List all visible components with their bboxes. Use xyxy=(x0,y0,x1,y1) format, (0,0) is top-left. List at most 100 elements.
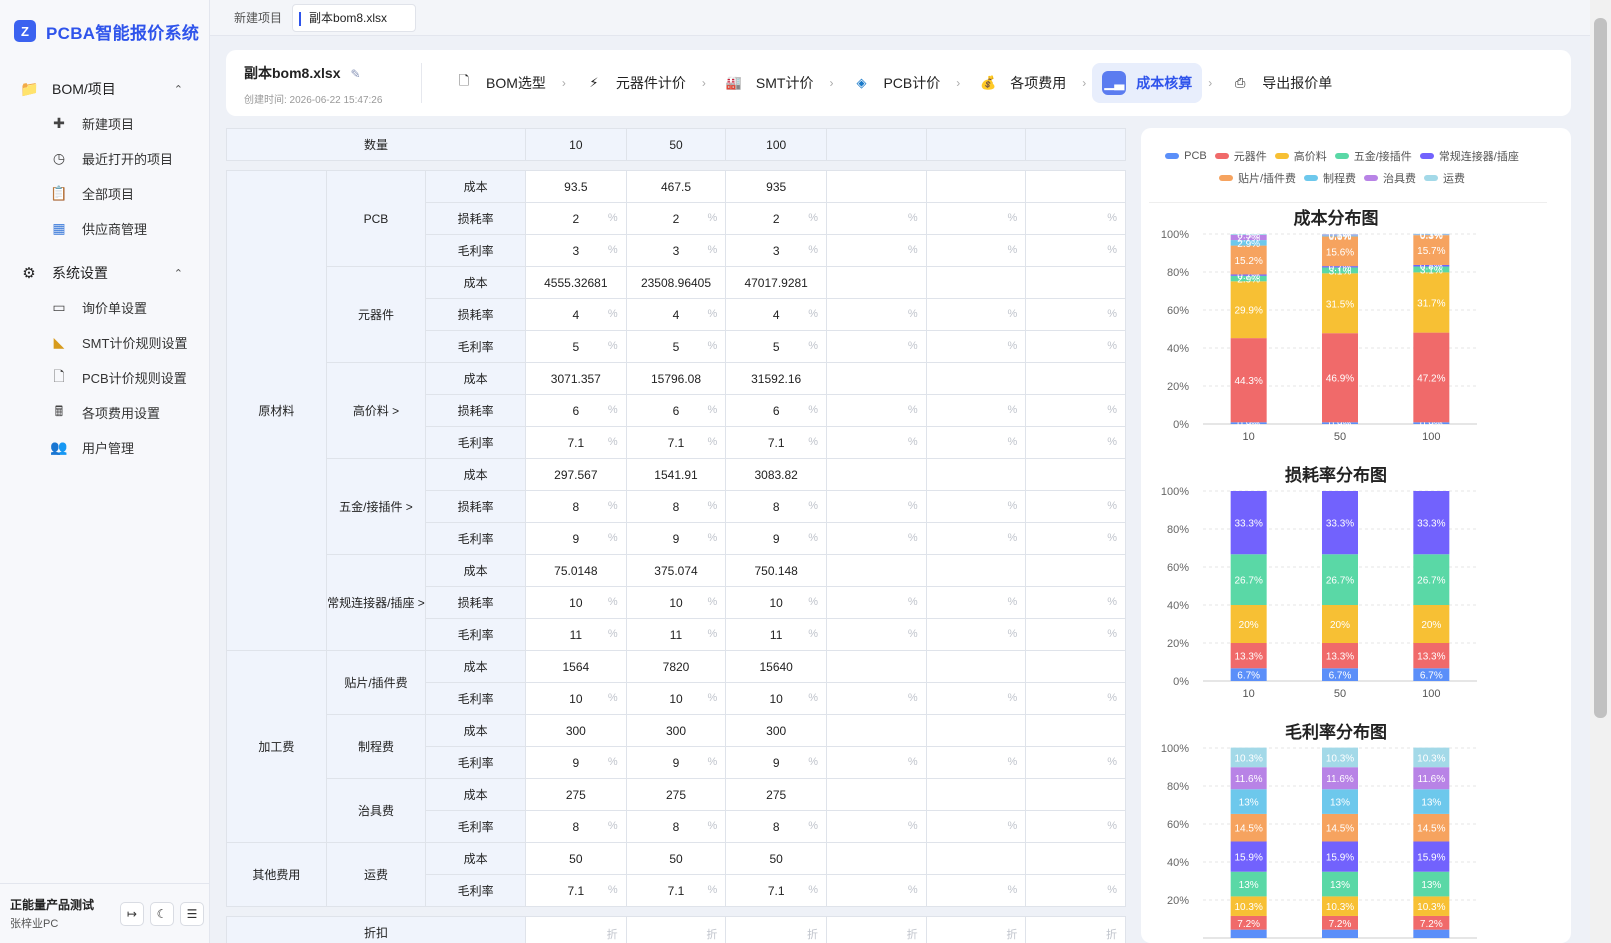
value-cell[interactable]: % xyxy=(826,426,927,459)
value-cell[interactable]: 3083.82 xyxy=(725,458,827,491)
value-cell[interactable]: 93.5 xyxy=(525,170,627,203)
qty-cell[interactable] xyxy=(925,128,1027,161)
value-cell[interactable]: 8% xyxy=(725,810,827,843)
value-cell[interactable]: 300 xyxy=(725,714,827,747)
value-cell[interactable]: % xyxy=(1025,746,1126,779)
value-cell[interactable]: 2% xyxy=(625,202,727,235)
value-cell[interactable]: 31592.16 xyxy=(725,362,827,395)
discount-cell[interactable]: 折 xyxy=(925,916,1027,943)
value-cell[interactable] xyxy=(1025,650,1126,683)
value-cell[interactable] xyxy=(1025,778,1126,811)
value-cell[interactable]: 10% xyxy=(625,682,727,715)
legend-item[interactable]: 治具费 xyxy=(1364,170,1416,186)
value-cell[interactable]: 7.1% xyxy=(725,426,827,459)
value-cell[interactable] xyxy=(826,362,927,395)
subcategory-cell[interactable]: 高价料 > xyxy=(325,362,427,459)
value-cell[interactable]: 9% xyxy=(725,746,827,779)
legend-item[interactable]: 常规连接器/插座 xyxy=(1419,148,1519,164)
value-cell[interactable]: 7.1% xyxy=(525,426,627,459)
qty-cell[interactable] xyxy=(1025,128,1126,161)
value-cell[interactable]: % xyxy=(925,234,1027,267)
value-cell[interactable]: 7.1% xyxy=(525,874,627,907)
value-cell[interactable] xyxy=(1025,362,1126,395)
value-cell[interactable]: 297.567 xyxy=(525,458,627,491)
vertical-scrollbar[interactable] xyxy=(1590,0,1611,943)
discount-cell[interactable]: 折 xyxy=(525,916,627,943)
bar-segment[interactable] xyxy=(1413,929,1450,938)
value-cell[interactable]: % xyxy=(925,330,1027,363)
sidebar-item-user-management[interactable]: 👥 用户管理 xyxy=(0,430,209,465)
moon-icon[interactable]: ☾ xyxy=(150,901,174,926)
subcategory-cell[interactable]: 治具费 xyxy=(325,778,427,843)
value-cell[interactable]: % xyxy=(826,522,927,555)
value-cell[interactable]: 7820 xyxy=(625,650,727,683)
value-cell[interactable] xyxy=(826,458,927,491)
value-cell[interactable]: 2% xyxy=(725,202,827,235)
subcategory-cell[interactable]: 运费 xyxy=(325,842,427,907)
value-cell[interactable]: 11% xyxy=(725,618,827,651)
value-cell[interactable]: % xyxy=(826,810,927,843)
value-cell[interactable]: 8% xyxy=(625,490,727,523)
discount-cell[interactable]: 折 xyxy=(1025,916,1126,943)
value-cell[interactable]: 10% xyxy=(525,586,627,619)
value-cell[interactable]: 8% xyxy=(725,490,827,523)
edit-icon[interactable]: ✎ xyxy=(350,67,360,81)
value-cell[interactable]: 7.1% xyxy=(625,874,727,907)
value-cell[interactable]: % xyxy=(1025,426,1126,459)
value-cell[interactable]: % xyxy=(1025,522,1126,555)
discount-cell[interactable]: 折 xyxy=(625,916,727,943)
sidebar-item-pcb-rules[interactable]: 🗋 PCB计价规则设置 xyxy=(0,360,209,395)
value-cell[interactable] xyxy=(925,170,1027,203)
value-cell[interactable]: % xyxy=(1025,394,1126,427)
value-cell[interactable]: 15796.08 xyxy=(625,362,727,395)
value-cell[interactable]: 4% xyxy=(725,298,827,331)
value-cell[interactable]: % xyxy=(1025,298,1126,331)
value-cell[interactable]: % xyxy=(925,394,1027,427)
value-cell[interactable]: % xyxy=(1025,330,1126,363)
legend-item[interactable]: 制程费 xyxy=(1304,170,1356,186)
value-cell[interactable]: 7.1% xyxy=(625,426,727,459)
bar-segment[interactable] xyxy=(1230,929,1267,938)
sidebar-item-fee-settings[interactable]: 🖩 各项费用设置 xyxy=(0,395,209,430)
value-cell[interactable] xyxy=(925,458,1027,491)
subcategory-cell[interactable]: 制程费 xyxy=(325,714,427,779)
subcategory-cell[interactable]: PCB xyxy=(325,170,427,267)
subcategory-cell[interactable]: 常规连接器/插座 > xyxy=(325,554,427,651)
value-cell[interactable]: 3071.357 xyxy=(525,362,627,395)
value-cell[interactable]: % xyxy=(826,618,927,651)
value-cell[interactable]: 10% xyxy=(725,682,827,715)
legend-item[interactable]: 贴片/插件费 xyxy=(1218,170,1296,186)
value-cell[interactable]: 6% xyxy=(725,394,827,427)
value-cell[interactable] xyxy=(1025,714,1126,747)
value-cell[interactable] xyxy=(826,778,927,811)
value-cell[interactable] xyxy=(826,266,927,299)
value-cell[interactable]: 10% xyxy=(725,586,827,619)
value-cell[interactable] xyxy=(1025,458,1126,491)
value-cell[interactable]: 8% xyxy=(525,810,627,843)
value-cell[interactable]: % xyxy=(826,234,927,267)
value-cell[interactable] xyxy=(826,714,927,747)
value-cell[interactable]: 750.148 xyxy=(725,554,827,587)
value-cell[interactable]: % xyxy=(925,586,1027,619)
step-cost-accounting[interactable]: ▁▃ 成本核算 xyxy=(1092,63,1203,103)
sidebar-item-inquiry-settings[interactable]: ▭ 询价单设置 xyxy=(0,290,209,325)
value-cell[interactable] xyxy=(925,266,1027,299)
value-cell[interactable]: 3% xyxy=(525,234,627,267)
value-cell[interactable]: 9% xyxy=(525,746,627,779)
step-component-pricing[interactable]: ⚡ 元器件计价 xyxy=(572,63,696,103)
subcategory-cell[interactable]: 五金/接插件 > xyxy=(325,458,427,555)
value-cell[interactable]: 10% xyxy=(625,586,727,619)
qty-cell[interactable]: 100 xyxy=(725,128,827,161)
value-cell[interactable]: % xyxy=(826,746,927,779)
value-cell[interactable]: % xyxy=(826,490,927,523)
qty-cell[interactable]: 50 xyxy=(625,128,727,161)
value-cell[interactable] xyxy=(925,362,1027,395)
tab-current-file[interactable]: 副本bom8.xlsx xyxy=(292,3,417,32)
value-cell[interactable] xyxy=(826,650,927,683)
value-cell[interactable]: % xyxy=(1025,234,1126,267)
value-cell[interactable]: 3% xyxy=(725,234,827,267)
step-smt-pricing[interactable]: 🏭 SMT计价 xyxy=(712,63,824,103)
value-cell[interactable]: 2% xyxy=(525,202,627,235)
value-cell[interactable]: % xyxy=(1025,682,1126,715)
value-cell[interactable]: 5% xyxy=(725,330,827,363)
